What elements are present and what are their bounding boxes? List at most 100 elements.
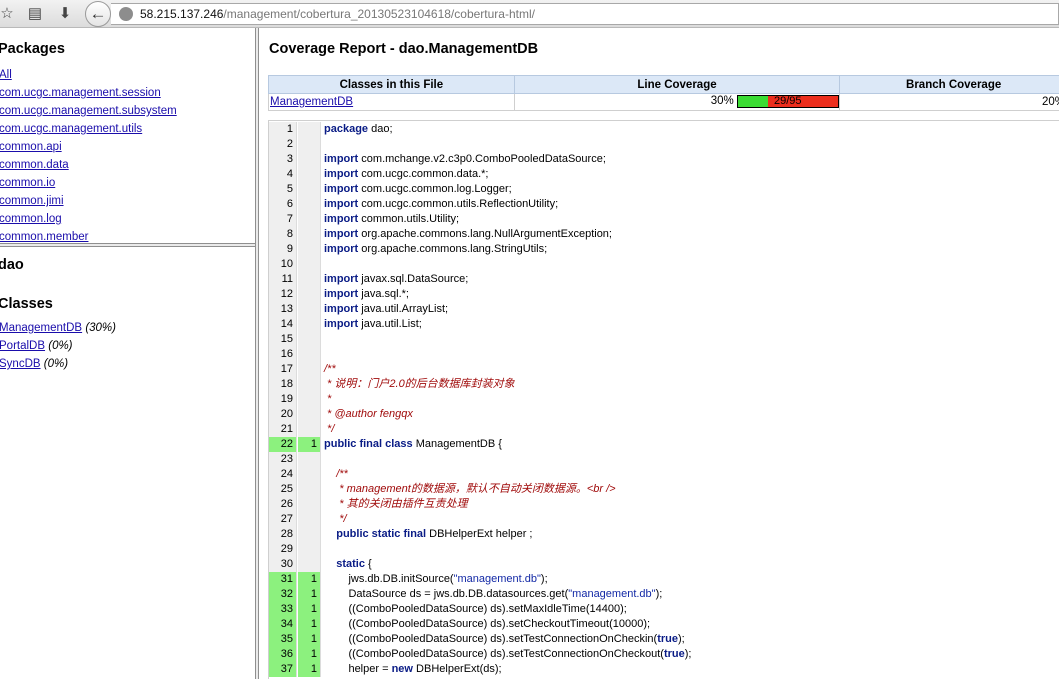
package-link[interactable]: com.ucgc.management.session [0, 84, 177, 102]
line-number: 25 [269, 482, 297, 497]
line-number: 26 [269, 497, 297, 512]
code-token: public static final [336, 528, 427, 540]
globe-icon [119, 7, 133, 21]
code-token: ((ComboPooledDataSource) ds).setTestConn… [324, 648, 664, 660]
code-token: true [663, 648, 685, 660]
star-icon[interactable]: ☆ [0, 5, 16, 23]
source-code: import org.apache.commons.lang.NullArgum… [324, 227, 612, 242]
header-line-coverage: Line Coverage [513, 75, 841, 94]
source-code: ((ComboPooledDataSource) ds).setTestConn… [324, 632, 684, 647]
hit-count [298, 497, 321, 512]
package-link[interactable]: com.ucgc.management.utils [0, 120, 177, 138]
source-code: package dao; [324, 122, 393, 137]
package-link[interactable]: common.io [0, 174, 177, 192]
source-line: 11 import javax.sql.DataSource; [269, 272, 1059, 287]
line-number: 36 [269, 647, 297, 662]
code-token: ); [655, 588, 663, 600]
hit-count [298, 347, 321, 362]
line-number: 9 [269, 242, 297, 257]
source-line: 3 import com.mchange.v2.c3p0.ComboPooledD… [269, 152, 1059, 167]
class-list-link[interactable]: PortalDB [0, 340, 45, 352]
source-code: static { [324, 557, 371, 572]
download-icon[interactable]: ⬇ [56, 5, 74, 23]
class-list-link[interactable]: ManagementDB [0, 322, 82, 334]
source-line: 1 package dao; [269, 122, 1059, 137]
line-number: 1 [269, 122, 297, 137]
package-link[interactable]: common.log [0, 210, 177, 228]
package-link[interactable]: common.data [0, 156, 177, 174]
hit-count: 1 [298, 602, 321, 617]
source-line: 5 import com.ucgc.common.log.Logger; [269, 182, 1059, 197]
source-line: 33 1 ((ComboPooledDataSource) ds).setMaxI… [269, 602, 1059, 617]
hit-count [298, 542, 321, 557]
url-bar[interactable]: 58.215.137.246/management/cobertura_2013… [111, 3, 1059, 25]
coverage-header-row: Classes in this File Line Coverage Branc… [268, 75, 1059, 94]
code-token: dao; [368, 123, 393, 135]
code-token: ((ComboPooledDataSource) ds).setCheckout… [324, 618, 651, 630]
hit-count [298, 167, 321, 182]
source-code: DataSource ds = jws.db.DB.datasources.ge… [324, 587, 662, 602]
hit-count [298, 467, 321, 482]
source-code: jws.db.DB.initSource("management.db"); [324, 572, 547, 587]
package-link[interactable]: common.jimi [0, 192, 177, 210]
hit-count [298, 362, 321, 377]
hit-count [298, 302, 321, 317]
code-token: public final class [324, 438, 413, 450]
line-number: 33 [269, 602, 297, 617]
package-link[interactable]: All [0, 66, 177, 84]
hit-count [298, 557, 321, 572]
class-list-link[interactable]: SyncDB [0, 358, 41, 370]
source-line: 24 /** [269, 467, 1059, 482]
code-token: * 说明：门户2.0的后台数据库封装对象 [324, 378, 515, 390]
line-number: 34 [269, 617, 297, 632]
source-code: /** [324, 362, 336, 377]
hit-count [298, 272, 321, 287]
source-line: 4 import com.ucgc.common.data.*; [269, 167, 1059, 182]
hit-count [298, 197, 321, 212]
class-coverage-percent: (0%) [48, 340, 73, 352]
code-token: import [324, 153, 359, 165]
url-path: /management/cobertura_20130523104618/cob… [223, 7, 535, 21]
url-host: 58.215.137.246 [140, 7, 224, 21]
code-token: java.util.List; [358, 318, 422, 330]
code-token: "management.db" [453, 573, 541, 585]
class-link[interactable]: ManagementDB [270, 96, 353, 108]
coverage-row: ManagementDB 30% 29/95 20% [268, 93, 1059, 111]
code-token: ); [684, 648, 692, 660]
url-text[interactable]: 58.215.137.246/management/cobertura_2013… [140, 7, 535, 21]
reader-icon[interactable]: ▤ [26, 5, 44, 23]
package-link[interactable]: com.ucgc.management.subsystem [0, 102, 177, 120]
line-coverage-bar: 29/95 [736, 95, 839, 108]
line-coverage-percent: 30% [710, 95, 734, 107]
code-token: org.apache.commons.lang.StringUtils; [358, 243, 548, 255]
source-code: import com.ucgc.common.data.*; [324, 167, 488, 182]
code-token: import [324, 318, 359, 330]
source-line: 18 * 说明：门户2.0的后台数据库封装对象 [269, 377, 1059, 392]
line-number: 19 [269, 392, 297, 407]
source-line: 20 * @author fengqx [269, 407, 1059, 422]
line-number: 37 [269, 662, 297, 677]
packages-frame: Packages All com.ucgc.management.session c… [0, 28, 254, 243]
class-list-item: ManagementDB (30%) [0, 319, 116, 337]
line-number: 35 [269, 632, 297, 647]
code-token: javax.sql.DataSource; [358, 273, 469, 285]
package-link[interactable]: common.api [0, 138, 177, 156]
source-line: 2 [269, 137, 1059, 152]
code-token: common.utils.Utility; [358, 213, 460, 225]
source-line: 7 import common.utils.Utility; [269, 212, 1059, 227]
hit-count: 1 [298, 632, 321, 647]
source-code: ((ComboPooledDataSource) ds).setCheckout… [324, 617, 650, 632]
source-code: import com.ucgc.common.utils.ReflectionU… [324, 197, 558, 212]
source-code: public final class ManagementDB { [324, 437, 502, 452]
back-arrow-icon[interactable]: ← [85, 1, 111, 27]
line-number: 8 [269, 227, 297, 242]
source-line: 32 1 DataSource ds = jws.db.DB.datasource… [269, 587, 1059, 602]
code-token: import [324, 183, 359, 195]
source-code: */ [324, 422, 334, 437]
left-frames: Packages All com.ucgc.management.session c… [0, 28, 255, 679]
package-link[interactable]: common.member [0, 228, 177, 243]
hit-count [298, 257, 321, 272]
source-line: 12 import java.sql.*; [269, 287, 1059, 302]
line-number: 4 [269, 167, 297, 182]
